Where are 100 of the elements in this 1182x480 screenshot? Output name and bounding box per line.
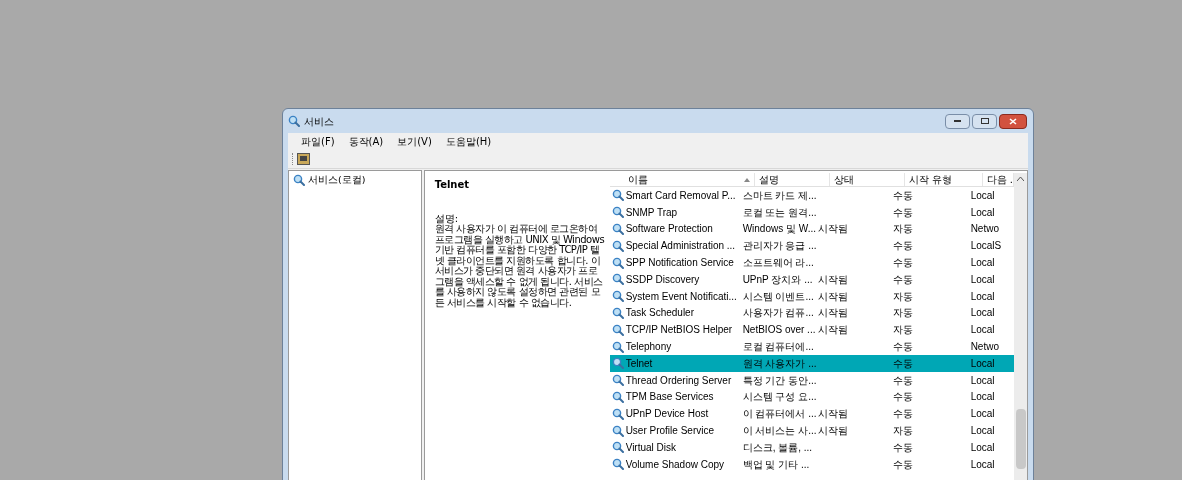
table-cell-text: UPnP Device Host [625, 407, 710, 422]
table-cell-text: 수동 [892, 188, 914, 203]
table-cell-text: SNMP Trap [625, 205, 679, 220]
service-row[interactable]: Telnet 원격 사용자가 ... 수동 Local [609, 354, 1014, 372]
table-cell-text: TPM Base Services [625, 390, 715, 405]
column-header[interactable]: 설명 [754, 173, 830, 186]
service-row[interactable]: User Profile Service 이 서비스는 사...시작됨 자동 Local [609, 422, 1014, 439]
table-cell-text: 이 서비스는 사... [741, 424, 818, 439]
table-cell-text: Local [970, 289, 996, 304]
table-cell-text: 스마트 카드 제... [741, 188, 818, 203]
service-row[interactable]: Software Protection Windows 및 W... 시작됨 자동 Netwo [609, 220, 1014, 238]
table-cell-text: 특정 기간 동안... [741, 373, 818, 388]
minimize-button[interactable] [945, 113, 970, 129]
table-cell-text: 수동 [892, 356, 914, 371]
table-cell-text: 자동 [892, 222, 914, 237]
table-cell-text: 디스크, 볼륨, ... [741, 440, 814, 455]
table-cell-text: Local [970, 407, 996, 422]
console-toolbar-icon[interactable] [297, 153, 310, 165]
table-cell-text: 관리자가 응급 ... [741, 239, 818, 254]
service-title: Telnet [434, 178, 471, 192]
table-cell-text: Smart Card Removal P... [625, 188, 737, 203]
table-cell-text: 사용자가 컴퓨... [741, 306, 815, 321]
table-cell-text: 수동 [892, 205, 914, 220]
service-row[interactable]: Telephony 로컬 컴퓨터에... 수동 Netwo [609, 338, 1014, 355]
close-button[interactable] [999, 113, 1027, 129]
table-cell-text: Local [970, 306, 996, 321]
window-title: 서비스 [304, 114, 334, 129]
close-icon [1009, 117, 1017, 125]
maximize-button[interactable] [972, 113, 997, 129]
table-cell-text: 자동 [892, 306, 914, 321]
service-row[interactable]: Task Scheduler 사용자가 컴퓨... 시작됨 자동 Local [609, 304, 1014, 322]
table-cell-text: Local [970, 356, 996, 371]
service-row[interactable]: SPP Notification Service 소프트웨어 라... 수동 Local [609, 254, 1014, 271]
table-cell-text: UPnP 장치와 ... [741, 272, 814, 287]
table-cell-text: Software Protection [625, 222, 714, 237]
table-cell-text: 시작됨 [817, 289, 849, 304]
service-row[interactable]: UPnP Device Host 이 컴퓨터에서 ...시작됨 수동 Local [609, 405, 1014, 423]
service-row[interactable]: Thread Ordering Server 특정 기간 동안... 수동 Local [609, 371, 1014, 389]
table-cell-text: 시작됨 [817, 424, 849, 439]
table-cell-text: Local [970, 272, 996, 287]
table-cell-text: Netwo [970, 222, 1000, 237]
table-cell-text: 수동 [892, 256, 914, 271]
service-row[interactable]: System Event Notificati... 시스템 이벤트... 시작됨 자동 Local [609, 287, 1014, 305]
table-cell-text: 수동 [892, 440, 914, 455]
service-row[interactable]: TPM Base Services 시스템 구성 요... 수동 Local [609, 388, 1014, 406]
tree-item[interactable]: 서비스(로컬) [292, 173, 421, 188]
table-cell-text: Local [970, 390, 996, 405]
table-cell-text: 수동 [892, 407, 914, 422]
sort-arrow-icon [743, 177, 750, 182]
table-cell-text: 수동 [892, 457, 914, 472]
description-label: 설명: [434, 214, 458, 224]
table-cell-text: Local [970, 440, 996, 455]
table-cell-text: 백업 및 기타 ... [741, 457, 811, 472]
table-cell-text: Thread Ordering Server [625, 373, 733, 388]
menu-item[interactable]: 동작(A) [348, 134, 384, 149]
column-header[interactable]: 시작 유형 [904, 173, 983, 186]
menu-item[interactable]: 보기(V) [397, 134, 432, 149]
table-cell-text: 시작됨 [817, 323, 849, 338]
service-row[interactable]: Virtual Disk 디스크, 볼륨, ... 수동 Local [609, 438, 1014, 456]
table-cell-text: Task Scheduler [625, 306, 695, 321]
table-cell-text: SSDP Discovery [625, 272, 701, 287]
table-cell-text: User Profile Service [625, 424, 715, 439]
table-cell-text: Local [970, 373, 996, 388]
table-cell-text: System Event Notificati... [625, 289, 738, 304]
column-header[interactable]: 상태 [829, 173, 905, 186]
table-cell-text: Volume Shadow Copy [625, 457, 726, 472]
service-row[interactable]: Smart Card Removal P... 스마트 카드 제... 수동 Local [609, 187, 1014, 204]
table-cell-text: Virtual Disk [625, 440, 678, 455]
table-cell-text: 시스템 이벤트... [741, 289, 815, 304]
table-cell-text: 시작됨 [817, 407, 849, 422]
table-cell-text: 로컬 컴퓨터에... [741, 340, 815, 355]
table-cell-text: 소프트웨어 라... [741, 256, 815, 271]
table-cell-text: 수동 [892, 272, 914, 287]
table-cell-text: LocalS [970, 239, 1003, 254]
table-cell-text: NetBIOS over ... [741, 323, 817, 338]
service-description: 원격 사용자가 이 컴퓨터에 로그온하여 프로그램을 실행하고 UNIX 및 Windows 기반 컴퓨터를 포함한 다양한 TCP/IP 텔넷 클라이언트를 지원하도록 합니다. 이 서비스가 중단되면 원격 사용자가 프로그램을 액세스할 수 없게 됩니다. 서비스를 사용하지 않도록 설정하면 관련된 모든 서비스를 시작할 수 없습니다. [434, 224, 606, 308]
service-row[interactable]: Volume Shadow Copy 백업 및 기타 ... 수동 Local [609, 455, 1014, 473]
scroll-up-icon[interactable] [1017, 177, 1024, 181]
table-cell-text: 수동 [892, 239, 914, 254]
service-row[interactable]: Special Administration ... 관리자가 응급 ... 수동 LocalS [609, 237, 1014, 255]
table-cell-text: 수동 [892, 340, 914, 355]
service-row[interactable]: TCP/IP NetBIOS Helper NetBIOS over ... 시작됨 자동 Local [609, 321, 1014, 339]
table-cell-text: Telephony [625, 340, 673, 355]
service-row[interactable]: SSDP Discovery UPnP 장치와 ... 시작됨 수동 Local [609, 271, 1014, 288]
table-cell-text: 원격 사용자가 ... [741, 356, 818, 371]
table-cell-text: Local [970, 256, 996, 271]
table-cell-text: TCP/IP NetBIOS Helper [625, 323, 734, 338]
service-row[interactable]: SNMP Trap 로컬 또는 원격... 수동 Local [609, 203, 1014, 221]
menu-item[interactable]: 도움말(H) [445, 134, 492, 149]
table-cell-text: 수동 [892, 373, 914, 388]
table-cell-text: Local [970, 457, 996, 472]
column-header[interactable]: 이름 [623, 173, 755, 186]
table-cell-text: Special Administration ... [625, 239, 737, 254]
menu-item[interactable]: 파일(F) [301, 134, 335, 149]
table-cell-text: 로컬 또는 원격... [741, 205, 818, 220]
table-cell-text: Telnet [625, 356, 654, 371]
scrollbar[interactable] [1014, 173, 1027, 480]
table-cell-text: 이 컴퓨터에서 ... [741, 407, 818, 422]
scrollbar-thumb[interactable] [1015, 409, 1026, 469]
table-cell-text: 시작됨 [817, 222, 849, 237]
